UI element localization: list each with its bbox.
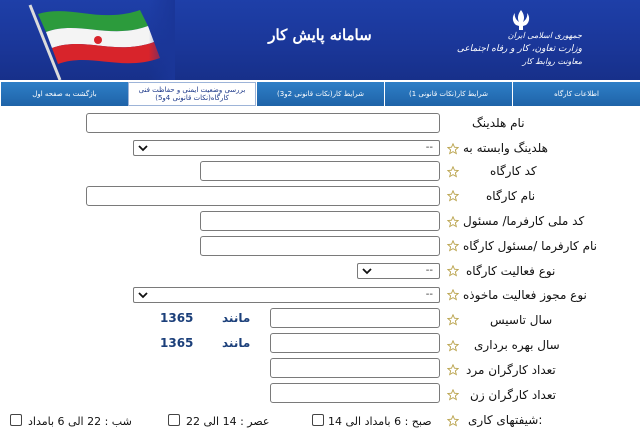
operation-year-label: سال بهره برداری [474,338,560,352]
activity-type-label: نوع فعالیت کارگاه [466,264,556,278]
workshop-name-input[interactable] [86,186,440,206]
app-title: سامانه پایش کار [268,26,372,44]
required-star-icon [447,389,459,401]
chevron-down-icon [138,145,148,152]
required-star-icon [447,166,459,178]
main-tabs: اطلاعات کارگاه شرایط کار(نکات قانونی 1) … [0,82,640,106]
permit-type-label: نوع مجوز فعالیت ماخوذه [463,288,587,302]
required-star-icon [447,364,459,376]
workshop-name-label: نام کارگاه [486,189,536,203]
iran-flag-icon [0,0,175,80]
holding-affiliated-label: هلدینگ وابسته به [463,141,548,155]
shift-evening-label: عصر : 14 الی 22 [186,415,270,428]
organization-name: جمهوری اسلامی ایران وزارت تعاون، کار و ر… [402,30,582,68]
required-star-icon [447,240,459,252]
operation-year-hint-word: مانند [222,336,251,350]
workshop-code-label: کد کارگاه [490,164,537,178]
permit-type-select[interactable]: -- [133,287,440,303]
holding-name-input[interactable] [86,113,440,133]
employer-national-code-label: کد ملی کارفرما/ مسئول [463,214,585,228]
required-star-icon [447,143,459,155]
shift-evening-checkbox[interactable] [168,414,180,426]
tab-workshop-info[interactable]: اطلاعات کارگاه [512,82,640,106]
chevron-down-icon [138,292,148,299]
founding-year-hint-number: 1365 [160,311,194,325]
shift-morning-checkbox[interactable] [312,414,324,426]
workshop-code-input[interactable] [200,161,440,181]
required-star-icon [447,289,459,301]
shift-night-checkbox[interactable] [10,414,22,426]
shifts-label: شیفتهای کاری: [468,413,543,427]
male-workers-label: تعداد کارگران مرد [466,363,556,377]
activity-type-select[interactable]: -- [357,263,440,279]
shift-morning-label: صبح : 6 بامداد الی 14 [328,415,432,428]
org-line-3: معاونت روابط کار [522,57,583,66]
required-star-icon [447,190,459,202]
operation-year-input[interactable] [270,333,440,353]
required-star-icon [447,265,459,277]
holding-affiliated-value: -- [425,142,433,153]
org-line-1: جمهوری اسلامی ایران [507,31,582,40]
operation-year-hint-number: 1365 [160,336,194,350]
required-star-icon [447,415,459,427]
tab-safety-inspection[interactable]: بررسی وضعیت ایمنی و حفاظت فنی کارگاه(نکا… [128,82,256,106]
permit-type-value: -- [425,289,433,300]
male-workers-input[interactable] [270,358,440,378]
required-star-icon [447,340,459,352]
tab-work-conditions-2-3[interactable]: شرایط کار(نکات قانونی 2و3) [256,82,384,106]
tab-work-conditions-1[interactable]: شرایط کار(نکات قانونی 1) [384,82,512,106]
employer-national-code-input[interactable] [200,211,440,231]
chevron-down-icon [362,268,372,275]
required-star-icon [447,216,459,228]
holding-name-label: نام هلدینگ [472,116,525,130]
female-workers-label: تعداد کارگران زن [470,388,556,402]
required-star-icon [447,314,459,326]
org-line-2: وزارت تعاون، کار و رفاه اجتماعی [456,44,582,54]
tab-back-home[interactable]: بازگشت به صفحه اول [0,82,128,106]
employer-name-input[interactable] [200,236,440,256]
founding-year-label: سال تاسیس [490,313,553,327]
female-workers-input[interactable] [270,383,440,403]
app-header: سامانه پایش کار جمهوری اسلامی ایران وزار… [0,0,640,80]
activity-type-value: -- [425,265,433,276]
iran-emblem-icon [512,10,530,30]
founding-year-hint-word: مانند [222,311,251,325]
shift-night-label: شب : 22 الی 6 بامداد [28,415,132,428]
holding-affiliated-select[interactable]: -- [133,140,440,156]
founding-year-input[interactable] [270,308,440,328]
employer-name-label: نام کارفرما /مسئول کارگاه [463,239,598,253]
